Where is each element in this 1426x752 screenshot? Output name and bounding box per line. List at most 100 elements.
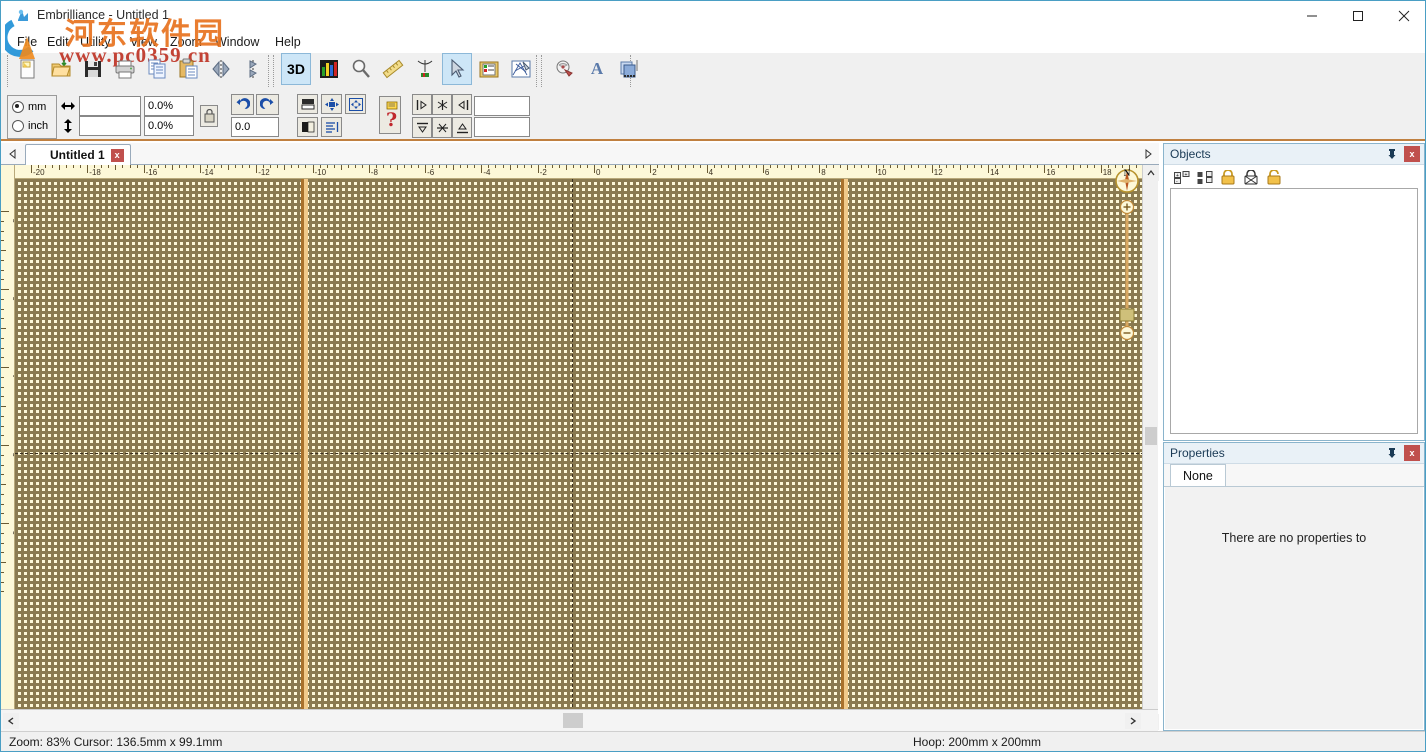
v-ruler-label: 4 xyxy=(12,375,15,379)
print-button[interactable] xyxy=(110,53,140,85)
h-ruler-minor-tick xyxy=(925,165,926,168)
three-d-view-button[interactable]: 3D xyxy=(281,53,311,85)
scroll-up-button[interactable] xyxy=(1143,165,1159,181)
rotate-left-button[interactable] xyxy=(231,94,254,115)
properties-pin-icon[interactable] xyxy=(1384,445,1400,461)
document-tab-close-button[interactable]: x xyxy=(111,149,124,162)
menu-item-view[interactable]: View xyxy=(124,31,163,53)
tab-nav-left-icon[interactable] xyxy=(5,146,21,162)
expand-tree-icon[interactable]: ++- xyxy=(1174,171,1190,188)
new-file-button[interactable] xyxy=(13,53,43,85)
menu-item-help[interactable]: Help xyxy=(269,31,307,53)
lock-closed-icon[interactable] xyxy=(1220,170,1236,188)
maximize-button[interactable] xyxy=(1335,1,1381,31)
align-left-button[interactable] xyxy=(412,94,432,115)
save-file-button[interactable] xyxy=(78,53,108,85)
align-right-button[interactable] xyxy=(452,94,472,115)
zoom-slider[interactable] xyxy=(1119,199,1135,341)
half-fill-button[interactable] xyxy=(297,94,318,114)
h-ruler-minor-tick xyxy=(460,165,461,168)
menu-item-edit[interactable]: Edit xyxy=(41,31,75,53)
h-ruler-tick xyxy=(538,165,539,173)
text-tool-button[interactable]: A xyxy=(582,53,612,85)
height-percent-input[interactable] xyxy=(144,116,194,136)
objects-list[interactable] xyxy=(1170,188,1418,434)
paste-button[interactable] xyxy=(174,53,204,85)
compass-north-icon[interactable]: N xyxy=(1113,167,1141,195)
canvas-vertical-scrollbar[interactable] xyxy=(1142,165,1158,731)
h-ruler-label: -8 xyxy=(371,168,378,177)
h-ruler-label: -2 xyxy=(540,168,547,177)
flip-horizontal-button[interactable] xyxy=(206,53,236,85)
scroll-horizontal-thumb[interactable] xyxy=(563,713,583,728)
scroll-left-button[interactable] xyxy=(3,713,19,729)
rotate-right-button[interactable] xyxy=(256,94,279,115)
h-ruler-minor-tick xyxy=(242,165,243,168)
document-tab-untitled-1[interactable]: Untitled 1 x xyxy=(25,144,131,165)
lock-disabled-icon[interactable] xyxy=(1243,170,1259,188)
scroll-vertical-thumb[interactable] xyxy=(1145,427,1157,445)
collapse-tree-icon[interactable] xyxy=(1197,171,1213,188)
open-file-button[interactable] xyxy=(46,53,76,85)
color-list-button[interactable] xyxy=(474,53,504,85)
menu-item-window[interactable]: Window xyxy=(209,31,265,53)
tab-nav-right-icon[interactable] xyxy=(1141,146,1155,162)
menu-item-utility[interactable]: Utility xyxy=(74,31,117,53)
applique-button[interactable] xyxy=(614,53,644,85)
lock-open-icon[interactable] xyxy=(1266,170,1282,188)
align-bottom-button[interactable] xyxy=(452,117,472,138)
align-center-v-button[interactable] xyxy=(432,117,452,138)
thread-spool-icon xyxy=(554,58,576,80)
help-button[interactable]: ? xyxy=(379,96,401,134)
unit-mm-radio[interactable]: mm xyxy=(12,98,46,116)
expand-all-button[interactable] xyxy=(345,94,366,114)
flip-vertical-button[interactable] xyxy=(238,53,268,85)
zoom-tool-button[interactable] xyxy=(346,53,376,85)
menu-item-file[interactable]: File xyxy=(11,31,43,53)
rotation-input[interactable] xyxy=(231,117,279,137)
properties-tab-none[interactable]: None xyxy=(1170,464,1226,486)
h-ruler-minor-tick xyxy=(115,165,116,170)
thread-spool-button[interactable] xyxy=(550,53,580,85)
unit-inch-radio[interactable]: inch xyxy=(12,117,48,135)
lock-aspect-button[interactable] xyxy=(200,105,218,127)
h-ruler-minor-tick xyxy=(1051,165,1052,168)
h-ruler-tick xyxy=(313,165,314,173)
select-tool-button[interactable] xyxy=(442,53,472,85)
h-ruler-minor-tick xyxy=(1002,165,1003,168)
fit-page-button[interactable] xyxy=(321,94,342,114)
open-folder-icon xyxy=(50,58,72,80)
copy-button[interactable] xyxy=(142,53,172,85)
h-ruler-tick xyxy=(481,165,482,173)
properties-close-button[interactable]: x xyxy=(1404,445,1420,461)
objects-pin-icon[interactable] xyxy=(1384,146,1400,162)
applique-stack-icon xyxy=(618,58,640,80)
design-surface[interactable] xyxy=(15,179,1144,717)
measure-tool-button[interactable] xyxy=(378,53,408,85)
v-ruler-minor-tick xyxy=(1,338,4,339)
align-center-h-button[interactable] xyxy=(432,94,452,115)
h-ruler-minor-tick xyxy=(348,165,349,168)
v-ruler-minor-tick xyxy=(1,543,4,544)
stitch-edit-button[interactable] xyxy=(410,53,440,85)
close-button[interactable] xyxy=(1381,1,1426,31)
contrast-button[interactable] xyxy=(297,117,318,137)
width-percent-input[interactable] xyxy=(144,96,194,116)
design-canvas-area[interactable]: cm-20-18-16-14-12-10-8-6-4-2024681012141… xyxy=(1,165,1158,731)
canvas-horizontal-scrollbar[interactable] xyxy=(1,709,1158,731)
width-input[interactable] xyxy=(79,96,141,116)
h-ruler-minor-tick xyxy=(573,165,574,168)
stitch-view-button[interactable] xyxy=(506,53,536,85)
menu-item-zoom[interactable]: Zoom xyxy=(164,31,208,53)
objects-close-button[interactable]: x xyxy=(1404,146,1420,162)
h-ruler-minor-tick xyxy=(742,165,743,168)
h-ruler-minor-tick xyxy=(1094,165,1095,168)
height-input[interactable] xyxy=(79,116,141,136)
color-bars-button[interactable] xyxy=(314,53,344,85)
align-top-button[interactable] xyxy=(412,117,432,138)
minimize-button[interactable] xyxy=(1289,1,1335,31)
list-align-button[interactable] xyxy=(321,117,342,137)
align-x-input[interactable] xyxy=(474,96,530,116)
align-y-input[interactable] xyxy=(474,117,530,137)
scroll-right-button[interactable] xyxy=(1125,713,1141,729)
